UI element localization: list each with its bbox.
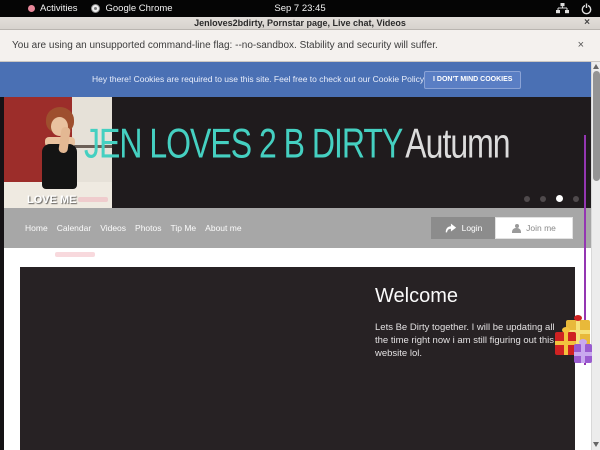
join-label: Join me bbox=[526, 223, 556, 233]
hero-title-main: JEN LOVES 2 B DIRTY bbox=[84, 120, 402, 167]
gift-icon-red[interactable] bbox=[555, 332, 576, 355]
scrollbar-thumb[interactable] bbox=[593, 71, 600, 181]
main-nav: Home Calendar Videos Photos Tip Me About… bbox=[4, 208, 591, 248]
site-container: LOVE ME JEN LOVES 2 B DIRTYAutumn Home C… bbox=[4, 97, 591, 450]
login-arrow-icon bbox=[444, 222, 457, 234]
window-titlebar: Jenloves2bdirty, Pornstar page, Live cha… bbox=[0, 17, 600, 30]
nav-item-aboutme[interactable]: About me bbox=[205, 223, 241, 233]
power-icon[interactable] bbox=[581, 3, 592, 15]
photo-caption: LOVE ME bbox=[27, 194, 77, 206]
cookie-banner: Hey there! Cookies are required to use t… bbox=[0, 62, 591, 97]
cookie-message: Hey there! Cookies are required to use t… bbox=[92, 62, 470, 97]
faint-link-smudge bbox=[55, 252, 95, 257]
photo-watermark bbox=[78, 197, 108, 202]
carousel-dot-3-active[interactable] bbox=[556, 195, 563, 202]
nav-item-home[interactable]: Home bbox=[25, 223, 48, 233]
scrollbar-down-icon[interactable] bbox=[593, 442, 599, 447]
cookie-accept-button[interactable]: I DON'T MIND COOKIES bbox=[424, 71, 521, 89]
gift-icon-purple[interactable] bbox=[574, 344, 592, 363]
scrollbar-up-icon[interactable] bbox=[593, 64, 599, 69]
join-button[interactable]: Join me bbox=[495, 217, 573, 239]
window-close-icon[interactable]: × bbox=[584, 17, 590, 29]
desktop-panel: Activities Google Chrome Sep 7 23:45 bbox=[0, 0, 600, 17]
person-icon bbox=[512, 224, 521, 233]
carousel-dot-1[interactable] bbox=[524, 196, 530, 202]
carousel-dot-2[interactable] bbox=[540, 196, 546, 202]
infobar-message: You are using an unsupported command-lin… bbox=[12, 30, 438, 61]
page-viewport: Hey there! Cookies are required to use t… bbox=[0, 62, 600, 450]
login-label: Login bbox=[462, 223, 483, 233]
login-button[interactable]: Login bbox=[431, 217, 495, 239]
nav-item-calendar[interactable]: Calendar bbox=[57, 223, 92, 233]
hero-banner: LOVE ME JEN LOVES 2 B DIRTYAutumn bbox=[4, 97, 591, 208]
content-panel: Welcome Lets Be Dirty together. I will b… bbox=[20, 267, 575, 450]
carousel-dots bbox=[524, 195, 579, 202]
hero-title: JEN LOVES 2 B DIRTYAutumn bbox=[84, 112, 510, 174]
nav-item-photos[interactable]: Photos bbox=[135, 223, 161, 233]
panel-clock[interactable]: Sep 7 23:45 bbox=[0, 0, 600, 17]
hero-title-accent: Autumn bbox=[405, 120, 509, 167]
infobar-close-icon[interactable]: × bbox=[578, 30, 584, 61]
browser-scrollbar[interactable] bbox=[591, 62, 600, 450]
network-icon[interactable] bbox=[556, 3, 569, 14]
nav-item-videos[interactable]: Videos bbox=[100, 223, 126, 233]
chrome-infobar: You are using an unsupported command-lin… bbox=[0, 30, 600, 62]
window-title: Jenloves2bdirty, Pornstar page, Live cha… bbox=[0, 17, 600, 30]
welcome-text: Lets Be Dirty together. I will be updati… bbox=[375, 322, 563, 360]
carousel-dot-4[interactable] bbox=[573, 196, 579, 202]
welcome-heading: Welcome bbox=[375, 285, 458, 308]
nav-item-tipme[interactable]: Tip Me bbox=[171, 223, 197, 233]
